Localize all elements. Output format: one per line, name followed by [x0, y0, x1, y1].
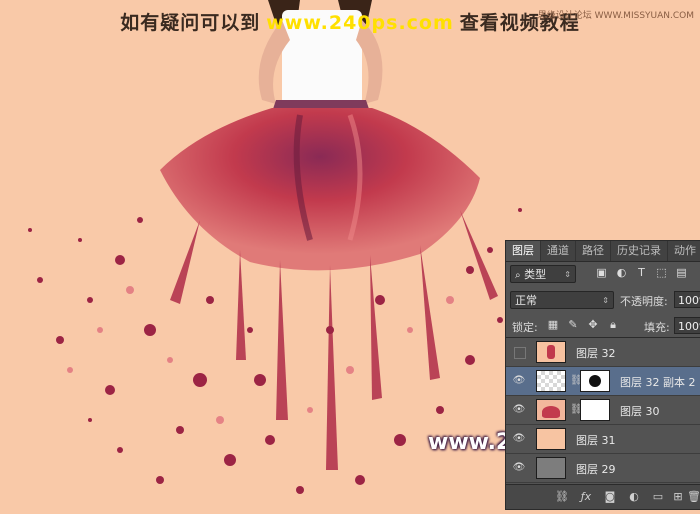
adjustment-filter-icon[interactable]: ◐ — [614, 265, 629, 280]
lock-row: 锁定: ▦ ✎ ✥ 🔒︎ 填充: 100% — [506, 315, 700, 337]
opacity-label: 不透明度: — [620, 295, 668, 308]
red-thumb-shape — [542, 406, 560, 418]
visibility-toggle[interactable] — [514, 347, 526, 359]
layer-name: 图层 31 — [576, 434, 616, 447]
smart-object-filter-icon[interactable]: ▤ — [674, 265, 689, 280]
filter-row: ⌕ 类型 ⇕ ▣ ◐ T ⬚ ▤ — [506, 263, 700, 285]
fill-label: 填充: — [644, 321, 670, 334]
layer-row[interactable]: 👁︎ 图层 31 — [506, 425, 700, 454]
blend-mode-select[interactable]: 正常 ⇕ — [510, 291, 614, 309]
layer-thumbnail — [536, 399, 566, 421]
layer-row[interactable]: 👁︎ ⛓ 图层 32 副本 2 — [506, 367, 700, 396]
lock-all-icon[interactable]: 🔒︎ — [606, 318, 620, 332]
image-filter-icon[interactable]: ▣ — [594, 265, 609, 280]
layer-thumbnail — [536, 370, 566, 392]
layers-panel: 图层 通道 路径 历史记录 动作 ⌕ 类型 ⇕ ▣ ◐ T ⬚ ▤ 正常 ⇕ 不… — [505, 240, 700, 510]
add-mask-icon[interactable]: ◙ — [602, 490, 618, 504]
skirt-thumb-shape — [547, 345, 555, 359]
link-layers-icon[interactable]: ⛓ — [554, 490, 570, 504]
eye-icon[interactable]: 👁︎ — [512, 374, 526, 388]
layer-mask-thumbnail[interactable] — [580, 399, 610, 421]
trash-icon[interactable]: 🗑︎ — [686, 490, 700, 504]
lock-position-icon[interactable]: ✥ — [586, 318, 600, 332]
eye-icon[interactable]: 👁︎ — [512, 461, 526, 475]
new-group-icon[interactable]: ▭ — [650, 490, 666, 504]
filter-type-select[interactable]: ⌕ 类型 ⇕ — [510, 265, 576, 283]
layer-name: 图层 32 副本 2 — [620, 376, 696, 389]
lock-label: 锁定: — [512, 321, 538, 334]
layer-mask-thumbnail[interactable] — [580, 370, 610, 392]
tab-history[interactable]: 历史记录 — [611, 241, 668, 261]
search-icon: ⌕ — [515, 270, 521, 281]
tab-channels[interactable]: 通道 — [541, 241, 576, 261]
eye-icon[interactable]: 👁︎ — [512, 432, 526, 446]
layer-thumbnail — [536, 341, 566, 363]
filter-type-label: 类型 — [524, 268, 547, 281]
layer-list: 图层 32 👁︎ ⛓ 图层 32 副本 2 👁︎ ⛓ 图层 30 👁︎ 图层 3… — [506, 337, 700, 484]
layer-thumbnail — [536, 457, 566, 479]
opacity-field[interactable]: 100% — [674, 291, 700, 308]
layer-name: 图层 29 — [576, 463, 616, 476]
layer-row[interactable]: 图层 32 — [506, 338, 700, 367]
layer-name: 图层 30 — [620, 405, 660, 418]
shape-filter-icon[interactable]: ⬚ — [654, 265, 669, 280]
new-layer-icon[interactable]: ⊞ — [670, 490, 686, 504]
tab-paths[interactable]: 路径 — [576, 241, 611, 261]
lock-transparency-icon[interactable]: ▦ — [546, 318, 560, 332]
text-filter-icon[interactable]: T — [634, 265, 649, 280]
layer-row[interactable]: 👁︎ ⛓ 图层 30 — [506, 396, 700, 425]
layer-row[interactable]: 👁︎ 图层 29 — [506, 454, 700, 483]
panel-tabs: 图层 通道 路径 历史记录 动作 — [506, 241, 700, 262]
chevron-updown-icon: ⇕ — [602, 296, 609, 305]
skirt-body — [160, 108, 480, 271]
fill-field[interactable]: 100% — [674, 317, 700, 334]
dispersion-particles-light — [67, 286, 454, 424]
adjustment-layer-icon[interactable]: ◐ — [626, 490, 642, 504]
layer-thumbnail — [536, 428, 566, 450]
eye-icon[interactable]: 👁︎ — [512, 403, 526, 417]
panel-footer: ⛓ ƒx ◙ ◐ ▭ ⊞ 🗑︎ — [506, 484, 700, 509]
tab-actions[interactable]: 动作 — [668, 241, 700, 261]
mask-splat-shape — [589, 375, 601, 387]
lock-brush-icon[interactable]: ✎ — [566, 318, 580, 332]
tab-layers[interactable]: 图层 — [506, 241, 541, 261]
blend-mode-label: 正常 — [515, 294, 537, 307]
blend-row: 正常 ⇕ 不透明度: 100% — [506, 289, 700, 311]
watermark-prefix: 如有疑问可以到 — [120, 12, 261, 34]
chevron-updown-icon: ⇕ — [564, 270, 571, 279]
watermark-url: www.240ps.com — [266, 12, 454, 34]
layer-name: 图层 32 — [576, 347, 616, 360]
site-mark: 思缘设计论坛 WWW.MISSYUAN.COM — [537, 11, 694, 21]
fx-icon[interactable]: ƒx — [578, 490, 594, 504]
